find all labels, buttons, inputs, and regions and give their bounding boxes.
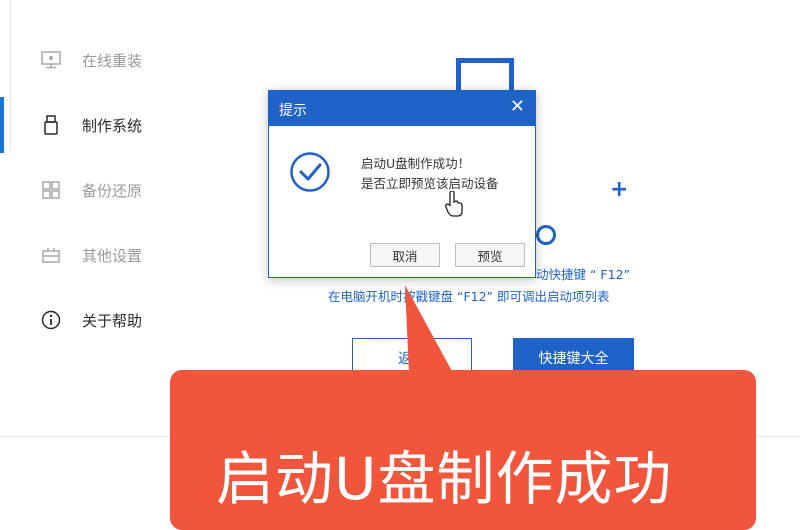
cancel-button[interactable]: 取消 xyxy=(370,243,440,267)
callout-banner: 启动U盘制作成功 xyxy=(170,370,756,530)
dialog-header: 提示 ✕ xyxy=(269,91,535,126)
check-circle-icon xyxy=(290,152,330,192)
close-icon[interactable]: ✕ xyxy=(510,97,525,117)
sidebar-item-label: 在线重装 xyxy=(82,51,143,70)
shortcut-hint: 动快捷键 “ F12” xyxy=(536,267,630,282)
dialog-question: 是否立即预览该启动设备 xyxy=(361,176,499,191)
sidebar-item-about-help[interactable]: 关于帮助 xyxy=(0,295,230,345)
plus-icon: + xyxy=(610,177,629,202)
dialog-message: 启动U盘制作成功！ xyxy=(361,156,471,171)
sidebar-item-label: 其他设置 xyxy=(82,246,143,265)
box-icon xyxy=(40,244,62,266)
circle-icon xyxy=(536,225,556,245)
hand-cursor-icon xyxy=(445,191,463,217)
sidebar-item-make-system[interactable]: 制作系统 xyxy=(0,100,230,150)
monitor-icon xyxy=(40,49,62,71)
usb-icon xyxy=(40,114,62,136)
sidebar-item-backup-restore[interactable]: 备份还原 xyxy=(0,165,230,215)
sidebar-item-label: 备份还原 xyxy=(82,181,143,200)
usb-drive-icon xyxy=(456,58,514,94)
info-icon xyxy=(40,309,62,331)
sidebar-item-online-reinstall[interactable]: 在线重装 xyxy=(0,35,230,85)
sidebar-item-label: 关于帮助 xyxy=(82,311,143,330)
dialog-title: 提示 xyxy=(279,103,307,119)
grid-icon xyxy=(40,179,62,201)
preview-button[interactable]: 预览 xyxy=(455,243,525,267)
prompt-dialog: 提示 ✕ 启动U盘制作成功！ 是否立即预览该启动设备 取消 预览 xyxy=(268,90,536,278)
callout-text: 启动U盘制作成功 xyxy=(216,445,673,513)
sidebar-item-label: 制作系统 xyxy=(82,116,143,135)
sidebar-item-other-settings[interactable]: 其他设置 xyxy=(0,230,230,280)
